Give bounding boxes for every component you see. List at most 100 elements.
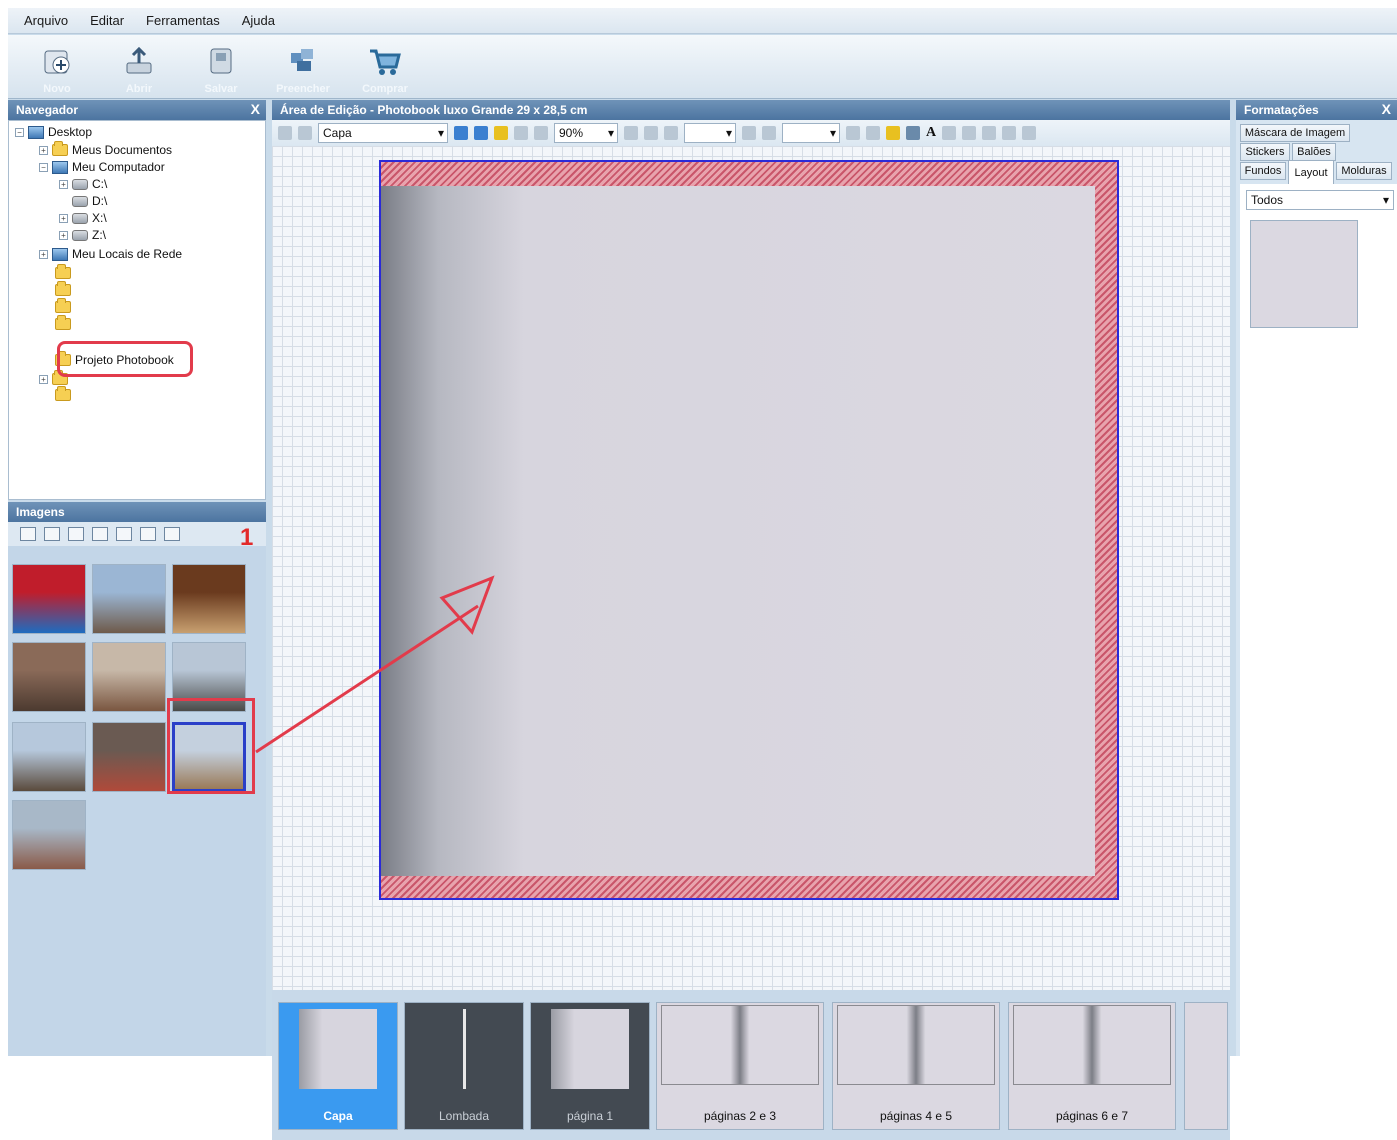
image-thumbnail[interactable]: [12, 722, 86, 792]
navigator-close-button[interactable]: X: [251, 101, 260, 117]
computer-icon: [52, 160, 68, 174]
image-thumbnail[interactable]: [12, 642, 86, 712]
view-icon[interactable]: [68, 527, 84, 541]
tree-item-folder[interactable]: [55, 281, 75, 296]
page-label: Capa: [323, 1109, 353, 1123]
new-button[interactable]: Novo: [18, 35, 96, 97]
spread-preview: [661, 1005, 819, 1085]
tree-item-network[interactable]: + Meu Locais de Rede: [39, 247, 182, 261]
expand-icon[interactable]: +: [59, 213, 68, 223]
tab-fundos[interactable]: Fundos: [1240, 162, 1286, 180]
image-thumbnail[interactable]: [172, 564, 246, 634]
flip-icon[interactable]: [982, 126, 997, 140]
menu-editar[interactable]: Editar: [90, 13, 124, 28]
tab-mascara[interactable]: Máscara de Imagem: [1240, 124, 1350, 142]
tree-item-folder[interactable]: [55, 315, 75, 330]
copy-icon[interactable]: [762, 126, 776, 140]
collapse-icon[interactable]: −: [39, 162, 48, 172]
expand-icon[interactable]: +: [59, 230, 68, 240]
new-project-icon: [44, 50, 70, 74]
tree-item-drive-c[interactable]: + C:\: [59, 177, 107, 191]
save-icon: [210, 48, 232, 74]
formatting-close-button[interactable]: X: [1382, 101, 1391, 117]
fit-icon[interactable]: [534, 126, 548, 140]
tree-item-drive-d[interactable]: D:\: [72, 194, 107, 208]
cover-page[interactable]: [379, 160, 1119, 900]
page-canvas[interactable]: [272, 146, 1230, 990]
expand-icon[interactable]: +: [39, 145, 48, 155]
zoom-in-icon[interactable]: [624, 126, 638, 140]
buy-button[interactable]: Comprar: [346, 35, 424, 97]
zoom-select[interactable]: 90% ▾: [554, 123, 618, 143]
page-thumb-2-3[interactable]: páginas 2 e 3: [656, 1002, 824, 1130]
layer-icon[interactable]: [866, 126, 880, 140]
collapse-icon[interactable]: −: [15, 127, 24, 137]
page-thumb-lombada[interactable]: Lombada: [404, 1002, 524, 1130]
expand-icon[interactable]: +: [39, 249, 48, 259]
menu-ferramentas[interactable]: Ferramentas: [146, 13, 220, 28]
menu-ajuda[interactable]: Ajuda: [242, 13, 275, 28]
small-thumb-icon[interactable]: [164, 527, 180, 541]
tab-stickers[interactable]: Stickers: [1240, 143, 1290, 161]
tree-item-folder[interactable]: [55, 298, 75, 313]
page-thumb-pagina-1[interactable]: página 1: [530, 1002, 650, 1130]
tab-baloes[interactable]: Balões: [1292, 143, 1336, 161]
page-thumb-4-5[interactable]: páginas 4 e 5: [832, 1002, 1000, 1130]
align-icon[interactable]: [846, 126, 860, 140]
image-thumbnail[interactable]: [92, 564, 166, 634]
size-select[interactable]: ▾: [782, 123, 840, 143]
first-page-icon[interactable]: [278, 126, 292, 140]
open-button[interactable]: Abrir: [100, 35, 178, 97]
color-icon[interactable]: [886, 126, 900, 140]
shape-icon[interactable]: [942, 126, 957, 140]
fill-button[interactable]: Preencher: [264, 35, 342, 97]
expand-icon[interactable]: +: [59, 179, 68, 189]
prev-page-icon[interactable]: [298, 126, 312, 140]
tab-layout[interactable]: Layout: [1288, 160, 1334, 184]
page-thumb-capa[interactable]: Capa: [278, 1002, 398, 1130]
redo-icon[interactable]: [664, 126, 678, 140]
last-page-icon[interactable]: [474, 126, 488, 140]
tree-item-documents[interactable]: + Meus Documentos: [39, 141, 172, 157]
tree-item-drive-z[interactable]: + Z:\: [59, 228, 106, 242]
image-thumbnail[interactable]: [92, 642, 166, 712]
sort-icon[interactable]: [20, 527, 36, 541]
crop-icon[interactable]: [1002, 126, 1017, 140]
lock-icon[interactable]: [1022, 126, 1037, 140]
layout-filter-select[interactable]: Todos ▾: [1246, 190, 1394, 210]
page-thumb-next[interactable]: [1184, 1002, 1228, 1130]
tree-item-folder[interactable]: [55, 264, 75, 279]
cover-page-surface[interactable]: [381, 186, 1095, 876]
text-icon[interactable]: A: [926, 125, 936, 141]
layout-option[interactable]: [1250, 220, 1358, 328]
folder-icon: [55, 281, 71, 296]
move-icon[interactable]: [494, 126, 508, 140]
menu-arquivo[interactable]: Arquivo: [24, 13, 68, 28]
font-select[interactable]: ▾: [684, 123, 736, 143]
image-thumbnail[interactable]: [12, 800, 86, 870]
expand-icon[interactable]: +: [39, 374, 48, 384]
grid-icon[interactable]: [514, 126, 528, 140]
medium-thumb-icon[interactable]: [140, 527, 156, 541]
tab-molduras[interactable]: Molduras: [1336, 162, 1392, 180]
zoom-icon[interactable]: [44, 527, 60, 541]
next-page-icon[interactable]: [454, 126, 468, 140]
large-thumb-icon[interactable]: [116, 527, 132, 541]
delete-icon[interactable]: [742, 126, 756, 140]
page-thumb-6-7[interactable]: páginas 6 e 7: [1008, 1002, 1176, 1130]
insert-icon[interactable]: [92, 527, 108, 541]
layout-list: Todos ▾: [1240, 184, 1397, 1056]
tree-item-drive-x[interactable]: + X:\: [59, 211, 107, 225]
image-icon[interactable]: [906, 126, 920, 140]
network-drive-icon: [72, 212, 88, 224]
chevron-down-icon: ▾: [437, 126, 444, 140]
rotate-icon[interactable]: [962, 126, 977, 140]
image-thumbnail[interactable]: [12, 564, 86, 634]
image-thumbnail[interactable]: [92, 722, 166, 792]
page-select[interactable]: Capa ▾: [318, 123, 448, 143]
tree-item-desktop[interactable]: − Desktop: [15, 125, 92, 139]
tree-item-folder[interactable]: [55, 386, 75, 401]
tree-item-computer[interactable]: − Meu Computador: [39, 160, 165, 174]
undo-icon[interactable]: [644, 126, 658, 140]
save-button[interactable]: Salvar: [182, 35, 260, 97]
